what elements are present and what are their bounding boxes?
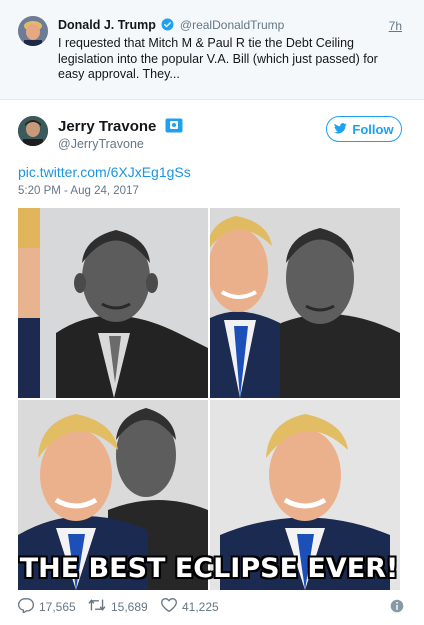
tweet-image[interactable]: THE BEST ECLIPSE EVER! [18, 208, 400, 590]
reply-count: 17,565 [39, 600, 76, 614]
image-caption: THE BEST ECLIPSE EVER! [19, 553, 399, 584]
quoted-tweet-handle[interactable]: @realDonaldTrump [180, 18, 284, 32]
image-tile-2 [210, 208, 400, 398]
quoted-tweet[interactable]: Donald J. Trump @realDonaldTrump 7h I re… [0, 0, 424, 100]
tweet-datetime[interactable]: 5:20 PM - Aug 24, 2017 [18, 185, 139, 197]
retweet-count: 15,689 [111, 599, 148, 614]
quoted-tweet-avatar[interactable] [18, 16, 48, 46]
twitter-bird-icon [334, 122, 348, 137]
tweet-actions: 17,565 15,689 41,225 [17, 597, 404, 618]
follow-button-label: Follow [352, 121, 394, 137]
tweet-card: Jerry Travone @JerryTravone Follow pic.t… [0, 100, 424, 625]
verified-badge-icon [161, 18, 174, 34]
user-avatar[interactable] [18, 116, 48, 146]
image-tile-1 [18, 208, 208, 398]
quoted-tweet-name[interactable]: Donald J. Trump [58, 18, 156, 32]
reply-icon [17, 598, 35, 616]
reply-action[interactable]: 17,565 [17, 598, 76, 616]
camera-badge-icon [165, 118, 183, 138]
retweet-icon [88, 598, 106, 615]
heart-icon [160, 597, 178, 615]
quoted-tweet-time[interactable]: 7h [389, 19, 402, 33]
like-count: 41,225 [182, 599, 219, 614]
quoted-tweet-text: I requested that Mitch M & Paul R tie th… [58, 36, 378, 81]
retweet-action[interactable]: 15,689 [88, 598, 148, 615]
user-handle[interactable]: @JerryTravone [58, 137, 144, 151]
like-action[interactable]: 41,225 [160, 597, 219, 615]
user-name[interactable]: Jerry Travone [58, 118, 156, 135]
follow-button[interactable]: Follow [326, 116, 402, 142]
pic-link[interactable]: pic.twitter.com/6XJxEg1gSs [18, 164, 191, 180]
info-icon[interactable] [390, 599, 404, 618]
